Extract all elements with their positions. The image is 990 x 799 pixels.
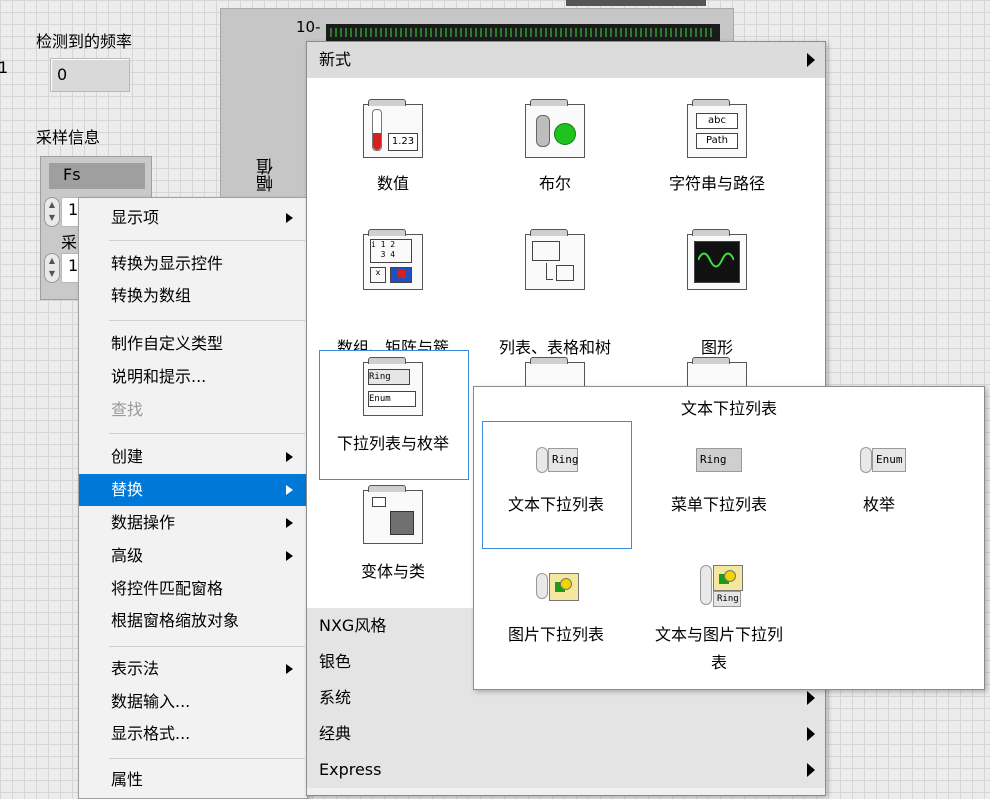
submenu-selected-frame <box>482 421 632 549</box>
top-toolbar-stub <box>566 0 706 6</box>
graph-y-tick: 10- <box>296 18 321 36</box>
ring-submenu: 文本下拉列表 Ring 文本下拉列表 Ring 菜单下拉列表 Enum 枚举 图… <box>473 386 985 690</box>
submenu-arrow-icon <box>286 452 293 462</box>
ring-enum-icon[interactable]: Ring Enum <box>363 357 423 416</box>
menu-item-data-entry[interactable]: 数据输入... <box>79 686 307 718</box>
sampling-info-label: 采样信息 <box>36 128 101 147</box>
frequency-value: 0 <box>57 65 68 84</box>
expand-arrow-icon <box>807 763 815 777</box>
second-spinner[interactable]: ▲ ▼ <box>44 253 60 283</box>
boolean-icon[interactable] <box>525 99 585 158</box>
submenu-item-picture-ring[interactable]: 图片下拉列表 <box>482 621 630 649</box>
palette-item-graph[interactable]: 图形 <box>667 334 767 358</box>
menu-item-find: 查找 <box>111 400 144 419</box>
left-edge-text: 1 <box>0 58 9 77</box>
menu-item-display-items[interactable]: 显示项 <box>79 202 307 234</box>
palette-item-numeric[interactable]: 数值 <box>343 170 443 194</box>
graph-icon[interactable] <box>687 229 747 290</box>
palette-row-express[interactable]: Express <box>307 752 825 788</box>
fs-label: Fs <box>49 163 145 189</box>
palette-item-list-table-tree[interactable]: 列表、表格和树 <box>475 334 635 358</box>
palette-row-classic[interactable]: 经典 <box>307 716 825 752</box>
menu-item-change-to-array[interactable]: 转换为数组 <box>79 280 307 312</box>
submenu-item-menu-ring[interactable]: 菜单下拉列表 <box>644 491 794 519</box>
frequency-label: 检测到的频率 <box>36 32 133 51</box>
palette-item-boolean[interactable]: 布尔 <box>505 170 605 194</box>
palette-header-modern[interactable]: 新式 <box>307 42 825 78</box>
sine-wave-icon <box>698 252 734 268</box>
menu-item-display-format[interactable]: 显示格式... <box>79 718 307 750</box>
menu-item-properties[interactable]: 属性 <box>79 764 307 796</box>
menu-item-replace[interactable]: 替换 <box>79 474 307 506</box>
menu-ring-icon: Ring <box>696 448 742 472</box>
submenu-arrow-icon <box>286 551 293 561</box>
picture-ring-icon <box>536 573 548 599</box>
expand-arrow-icon <box>807 727 815 741</box>
text-ring-icon <box>536 447 548 473</box>
fs-spinner[interactable]: ▲ ▼ <box>44 197 60 227</box>
second-field-label: 采 <box>61 233 78 252</box>
submenu-arrow-icon <box>286 664 293 674</box>
submenu-item-text-picture-ring[interactable]: 文本与图片下拉列表 <box>650 621 788 677</box>
menu-item-scale-with-pane[interactable]: 根据窗格缩放对象 <box>79 605 307 637</box>
menu-item-description-tips[interactable]: 说明和提示... <box>79 361 307 393</box>
array-matrix-cluster-icon[interactable]: i 1 2 3 4 x <box>363 229 423 290</box>
enum-icon <box>860 447 872 473</box>
menu-item-change-to-indicator[interactable]: 转换为显示控件 <box>79 248 307 280</box>
text-picture-ring-icon <box>700 565 712 605</box>
expand-arrow-icon <box>807 53 815 67</box>
frequency-indicator[interactable]: 0 <box>50 58 130 92</box>
palette-item-string-path[interactable]: 字符串与路径 <box>647 170 787 194</box>
palette-item-variant-class[interactable]: 变体与类 <box>343 558 443 582</box>
string-path-icon[interactable]: abc Path <box>687 99 747 158</box>
palette-item-ring-enum[interactable]: 下拉列表与枚举 <box>323 430 463 454</box>
graph-y-label: 幅值 <box>257 158 277 192</box>
submenu-arrow-icon <box>286 485 293 495</box>
menu-item-create[interactable]: 创建 <box>79 441 307 473</box>
menu-item-data-operations[interactable]: 数据操作 <box>79 507 307 539</box>
menu-item-fit-control-to-pane[interactable]: 将控件匹配窗格 <box>79 573 307 605</box>
list-table-tree-icon[interactable] <box>525 229 585 290</box>
menu-item-advanced[interactable]: 高级 <box>79 540 307 572</box>
graph-plot-area <box>326 24 720 42</box>
context-menu: 显示项 转换为显示控件 转换为数组 制作自定义类型 说明和提示... 查找 创建… <box>78 197 308 799</box>
submenu-item-enum[interactable]: 枚举 <box>814 491 944 519</box>
submenu-title: 文本下拉列表 <box>680 399 777 418</box>
menu-item-make-type-def[interactable]: 制作自定义类型 <box>79 328 307 360</box>
expand-arrow-icon <box>807 691 815 705</box>
variant-class-icon[interactable] <box>363 485 423 544</box>
menu-item-representation[interactable]: 表示法 <box>79 653 307 685</box>
submenu-item-text-ring[interactable]: 文本下拉列表 <box>482 491 630 519</box>
submenu-arrow-icon <box>286 213 293 223</box>
numeric-icon[interactable]: 1.23 <box>363 99 423 158</box>
submenu-arrow-icon <box>286 518 293 528</box>
